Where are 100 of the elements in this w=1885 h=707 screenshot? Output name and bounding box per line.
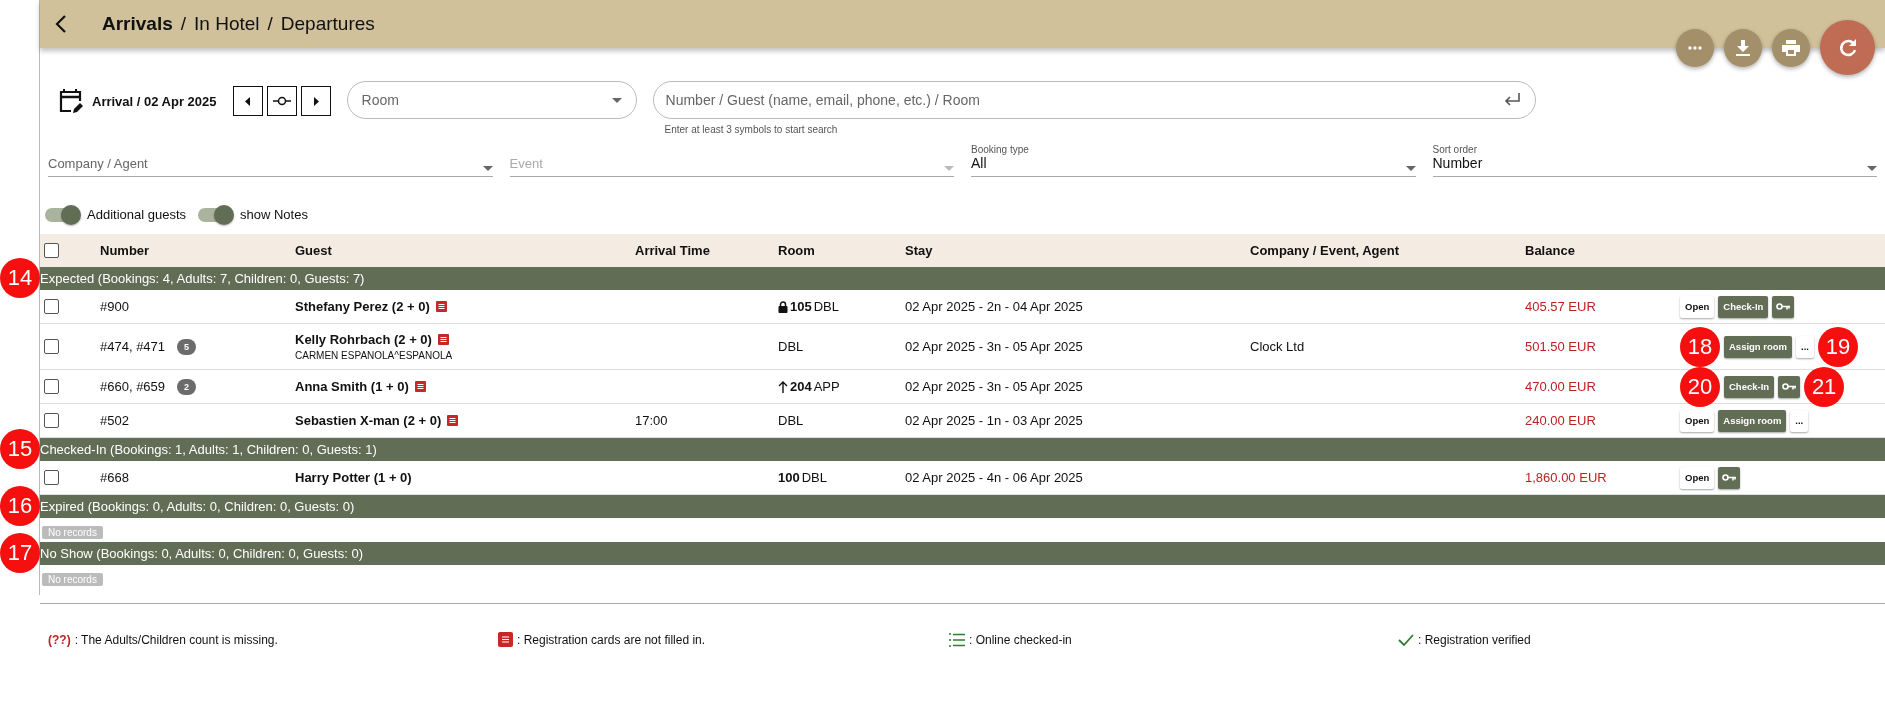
callout-badge: 19	[1818, 326, 1858, 367]
action-button[interactable]: Assign room	[1724, 335, 1793, 358]
select-all-checkbox[interactable]	[44, 243, 59, 258]
room-type: DBL	[778, 413, 804, 428]
caret-down-icon	[611, 97, 622, 103]
key-button[interactable]	[1772, 295, 1795, 318]
key-icon	[1722, 474, 1737, 481]
row-checkbox[interactable]	[44, 299, 59, 314]
column-header: Arrival Time	[635, 243, 711, 258]
no-records-label: No records	[42, 573, 103, 586]
guest-name: Kelly Rohrbach (2 + 0)	[295, 332, 432, 347]
balance-amount: 405.57 EUR	[1525, 299, 1597, 314]
column-header: Room	[778, 243, 816, 258]
numbered-list-icon	[948, 632, 965, 647]
callout-badge: 15	[0, 429, 40, 469]
booking-number: #900	[100, 299, 129, 314]
balance-amount: 501.50 EUR	[1525, 339, 1597, 354]
registration-card-icon	[498, 632, 513, 647]
caret-down-icon	[1405, 166, 1416, 171]
callout-badge: 21	[1804, 366, 1845, 407]
legend-text: : The Adults/Children count is missing.	[74, 632, 278, 647]
count-badge: 5	[177, 338, 197, 355]
row-checkbox[interactable]	[44, 413, 59, 428]
refresh-icon	[1837, 37, 1858, 58]
callout-badge: 17	[0, 533, 40, 573]
caret-down-icon	[944, 166, 954, 171]
caret-right-icon	[312, 96, 319, 106]
room-number: 105	[790, 299, 812, 314]
dropdown-field[interactable]: Sort order Number	[1432, 141, 1877, 177]
breadcrumb-link[interactable]: Departures	[280, 13, 375, 35]
row-checkbox[interactable]	[44, 339, 59, 354]
balance-amount: 240.00 EUR	[1525, 413, 1597, 428]
action-button[interactable]: Check-In	[1724, 375, 1775, 398]
today-button[interactable]	[266, 86, 297, 116]
search-hint: Enter at least 3 symbols to start search	[663, 123, 839, 135]
legend-text: : Online checked-in	[969, 632, 1072, 647]
company-name: Clock Ltd	[1250, 339, 1306, 354]
callout-badge: 16	[0, 486, 40, 526]
toggle-switch[interactable]: Additional guests	[45, 207, 186, 222]
column-header: Guest	[295, 243, 333, 258]
print-icon	[1782, 39, 1800, 56]
additional-guest: CARMEN ESPANOLA^ESPANOLA	[295, 350, 454, 361]
open-button[interactable]: Open	[1680, 466, 1715, 489]
guest-name: Sebastien X-man (2 + 0)	[295, 413, 442, 428]
stay-dates: 02 Apr 2025 - 3n - 05 Apr 2025	[905, 339, 1084, 354]
column-header: Balance	[1525, 243, 1576, 258]
key-button[interactable]	[1778, 375, 1801, 398]
callout-badge: 18	[1680, 326, 1720, 367]
open-button[interactable]: ...	[1796, 335, 1814, 358]
key-icon	[1776, 303, 1791, 310]
balance-amount: 470.00 EUR	[1525, 379, 1597, 394]
caret-down-icon	[482, 166, 493, 171]
stay-dates: 02 Apr 2025 - 2n - 04 Apr 2025	[905, 299, 1084, 314]
dropdown-field[interactable]: Company / Agent	[48, 141, 493, 177]
legend-text: : Registration cards are not filled in.	[517, 632, 706, 647]
guest-name: Sthefany Perez (2 + 0)	[295, 299, 430, 314]
column-header: Stay	[905, 243, 934, 258]
arrival-time: 17:00	[635, 413, 669, 428]
callout-badge: 14	[0, 258, 40, 298]
next-button[interactable]	[300, 86, 331, 116]
booking-number: #660, #659	[100, 379, 166, 394]
stay-dates: 02 Apr 2025 - 3n - 05 Apr 2025	[905, 379, 1084, 394]
action-button[interactable]: Assign room	[1718, 409, 1787, 432]
date-label: Arrival / 02 Apr 2025	[92, 93, 217, 109]
toggle-switch[interactable]: show Notes	[198, 207, 308, 222]
action-button[interactable]: Check-In	[1718, 295, 1769, 318]
breadcrumb-separator: /	[267, 13, 273, 35]
callout-badge: 20	[1680, 366, 1720, 407]
legend-text: : Registration verified	[1418, 632, 1531, 647]
breadcrumb-link[interactable]: In Hotel	[194, 13, 260, 35]
breadcrumb-separator: /	[180, 13, 187, 35]
guest-name: Harry Potter (1 + 0)	[295, 470, 412, 485]
row-checkbox[interactable]	[44, 470, 59, 485]
booking-number: #474, #471	[100, 339, 166, 354]
room-type: APP	[813, 379, 840, 394]
room-type: DBL	[801, 470, 827, 485]
caret-down-icon	[1867, 166, 1877, 171]
dropdown-field[interactable]: Booking type All	[971, 141, 1416, 177]
row-checkbox[interactable]	[44, 379, 59, 394]
missing-count-mark: (??)	[48, 632, 71, 647]
key-icon	[1782, 383, 1797, 390]
count-badge: 2	[177, 378, 197, 395]
open-button[interactable]: Open	[1680, 295, 1715, 318]
more-icon	[1688, 45, 1702, 50]
previous-button[interactable]	[232, 86, 263, 116]
room-number: 100	[778, 470, 800, 485]
key-button[interactable]	[1718, 466, 1741, 489]
caret-left-icon	[244, 96, 251, 106]
breadcrumb-link[interactable]: Arrivals	[102, 13, 173, 35]
checkmark-icon	[1398, 633, 1414, 646]
column-header: Company / Event, Agent	[1250, 243, 1401, 258]
calendar-edit-icon[interactable]	[58, 88, 84, 114]
search-field[interactable]: Number / Guest (name, email, phone, etc.) / Room	[652, 81, 1536, 119]
open-button[interactable]: ...	[1790, 409, 1809, 432]
balance-amount: 1,860.00 EUR	[1525, 470, 1608, 485]
room-number: 204	[790, 379, 812, 394]
enter-icon[interactable]	[1503, 93, 1520, 107]
open-button[interactable]: Open	[1680, 409, 1715, 432]
download-icon	[1736, 39, 1750, 56]
guest-name: Anna Smith (1 + 0)	[295, 379, 409, 394]
